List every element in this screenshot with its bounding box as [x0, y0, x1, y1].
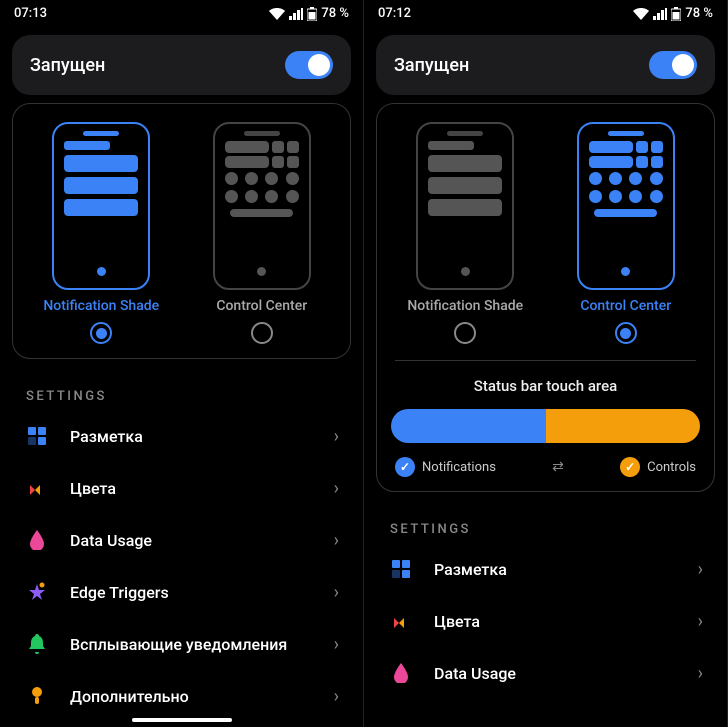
setting-layout[interactable]: Разметка ›: [0, 410, 363, 462]
option-label: Control Center: [580, 298, 671, 314]
chevron-icon: ›: [698, 663, 703, 684]
chevron-icon: ›: [698, 559, 703, 580]
home-indicator[interactable]: [132, 718, 232, 722]
battery-percent: 78 %: [321, 6, 349, 21]
chevron-icon: ›: [334, 426, 339, 447]
wifi-icon: [269, 8, 285, 20]
battery-icon: [671, 7, 681, 21]
touch-area-slider[interactable]: [391, 409, 700, 443]
check-icon: ✓: [620, 457, 640, 477]
touch-area-left: [391, 409, 546, 443]
clock: 07:12: [378, 6, 411, 21]
option-label: Notification Shade: [407, 298, 523, 314]
data-icon: [26, 529, 48, 551]
chevron-icon: ›: [334, 634, 339, 655]
setting-data-usage[interactable]: Data Usage ›: [0, 514, 363, 566]
colors-icon: [390, 610, 412, 632]
setting-popup-notifications[interactable]: Всплывающие уведомления ›: [0, 618, 363, 670]
edge-icon: [26, 581, 48, 603]
option-label: Notification Shade: [43, 298, 159, 314]
touch-legend: ✓ Notifications ⇄ ✓ Controls: [391, 457, 700, 477]
phone-preview-shade: [52, 122, 150, 290]
option-control-center[interactable]: Control Center: [188, 122, 337, 344]
signal-icon: [653, 8, 667, 20]
wifi-icon: [633, 8, 649, 20]
running-label: Запущен: [30, 55, 105, 76]
mode-selector: Notification Shade Control Center: [376, 103, 715, 492]
data-icon: [390, 662, 412, 684]
layout-icon: [26, 425, 48, 447]
bell-icon: [26, 633, 48, 655]
chevron-icon: ›: [334, 686, 339, 707]
check-icon: ✓: [395, 457, 415, 477]
running-card: Запущен: [376, 35, 715, 95]
radio-cc[interactable]: [615, 322, 637, 344]
setting-extra[interactable]: Дополнительно ›: [0, 670, 363, 722]
divider: [395, 360, 696, 361]
option-notification-shade[interactable]: Notification Shade: [27, 122, 176, 344]
screen-right: 07:12 78 % Запущен Notification Shade: [364, 0, 728, 727]
setting-colors[interactable]: Цвета ›: [0, 462, 363, 514]
phone-preview-shade: [416, 122, 514, 290]
status-indicators: 78 %: [633, 6, 713, 21]
running-toggle[interactable]: [649, 51, 697, 79]
signal-icon: [289, 8, 303, 20]
option-control-center[interactable]: Control Center: [552, 122, 701, 344]
battery-icon: [307, 7, 317, 21]
screen-left: 07:13 78 % Запущен Notification Shade: [0, 0, 364, 727]
radio-shade[interactable]: [454, 322, 476, 344]
chevron-icon: ›: [334, 530, 339, 551]
touch-area-title: Status bar touch area: [391, 377, 700, 395]
swap-icon[interactable]: ⇄: [552, 459, 564, 475]
running-card: Запущен: [12, 35, 351, 95]
extra-icon: [26, 685, 48, 707]
radio-shade[interactable]: [90, 322, 112, 344]
battery-percent: 78 %: [685, 6, 713, 21]
status-indicators: 78 %: [269, 6, 349, 21]
phone-preview-cc: [213, 122, 311, 290]
running-toggle[interactable]: [285, 51, 333, 79]
radio-cc[interactable]: [251, 322, 273, 344]
running-label: Запущен: [394, 55, 469, 76]
setting-layout[interactable]: Разметка ›: [364, 543, 727, 595]
option-notification-shade[interactable]: Notification Shade: [391, 122, 540, 344]
chevron-icon: ›: [334, 478, 339, 499]
layout-icon: [390, 558, 412, 580]
phone-preview-cc: [577, 122, 675, 290]
status-bar: 07:12 78 %: [364, 0, 727, 27]
settings-header: SETTINGS: [364, 500, 727, 543]
setting-data-usage[interactable]: Data Usage ›: [364, 647, 727, 699]
chevron-icon: ›: [698, 611, 703, 632]
clock: 07:13: [14, 6, 47, 21]
mode-selector: Notification Shade Control Center: [12, 103, 351, 359]
settings-header: SETTINGS: [0, 367, 363, 410]
chevron-icon: ›: [334, 582, 339, 603]
colors-icon: [26, 477, 48, 499]
option-label: Control Center: [216, 298, 307, 314]
setting-edge-triggers[interactable]: Edge Triggers ›: [0, 566, 363, 618]
status-bar: 07:13 78 %: [0, 0, 363, 27]
legend-notifications: ✓ Notifications: [395, 457, 496, 477]
setting-colors[interactable]: Цвета ›: [364, 595, 727, 647]
legend-controls: ✓ Controls: [620, 457, 696, 477]
touch-area-right: [546, 409, 701, 443]
